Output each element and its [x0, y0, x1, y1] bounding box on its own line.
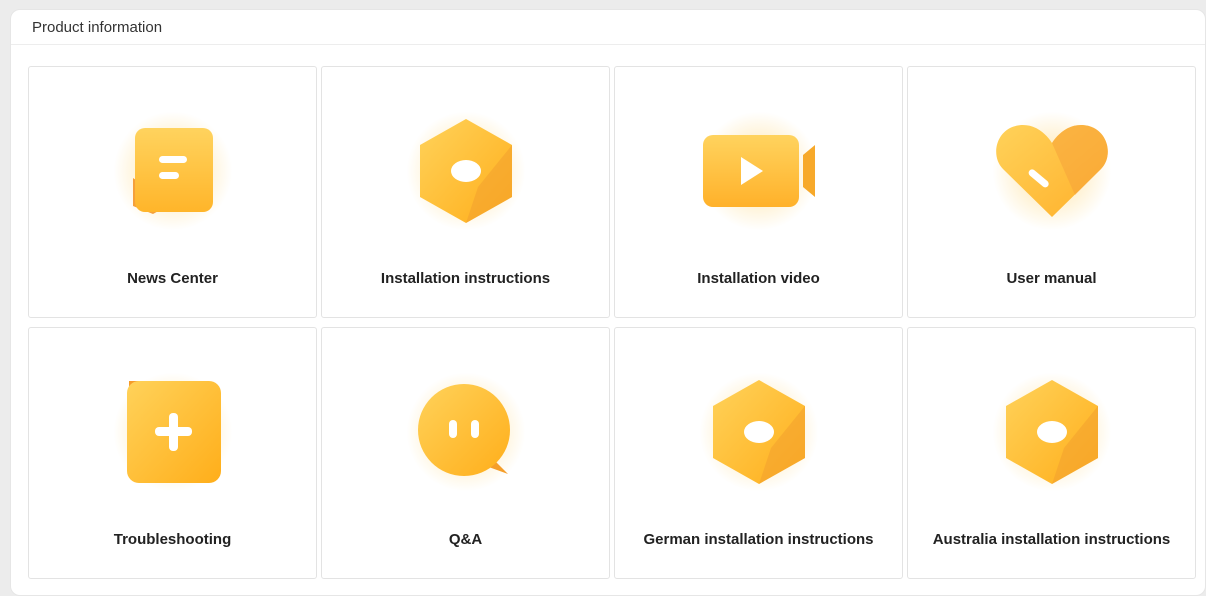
card-label: Australia installation instructions [932, 531, 1171, 548]
card-label: Installation video [697, 270, 820, 287]
hexagon-icon [698, 372, 819, 492]
card-label: News Center [127, 270, 218, 287]
plus-icon [112, 372, 233, 492]
card-user-manual[interactable]: User manual [907, 66, 1196, 318]
hexagon-icon [991, 372, 1112, 492]
hexagon-icon [405, 111, 526, 231]
product-card-grid: News Center Installation instructions In… [28, 66, 1196, 579]
card-label: User manual [1006, 270, 1097, 287]
product-information-panel: Product information News Center Installa… [10, 9, 1206, 596]
card-installation-video[interactable]: Installation video [614, 66, 903, 318]
chat-bubble-icon [405, 372, 526, 492]
card-label: Q&A [448, 531, 483, 548]
video-camera-icon [698, 111, 819, 231]
card-news-center[interactable]: News Center [28, 66, 317, 318]
card-troubleshooting[interactable]: Troubleshooting [28, 327, 317, 579]
heart-icon [991, 111, 1112, 231]
card-installation-instructions[interactable]: Installation instructions [321, 66, 610, 318]
card-german-installation-instructions[interactable]: German installation instructions [614, 327, 903, 579]
card-qa[interactable]: Q&A [321, 327, 610, 579]
panel-title: Product information [11, 10, 1205, 45]
card-label: Installation instructions [380, 270, 551, 287]
card-label: Troubleshooting [113, 531, 232, 548]
card-label: German installation instructions [643, 531, 874, 548]
card-australia-installation-instructions[interactable]: Australia installation instructions [907, 327, 1196, 579]
news-icon [112, 111, 233, 231]
